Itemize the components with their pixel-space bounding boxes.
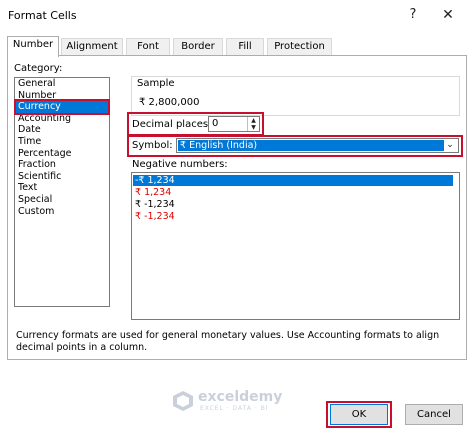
tab-fill[interactable]: Fill: [226, 38, 264, 56]
tab-font[interactable]: Font: [126, 38, 170, 56]
category-item-text[interactable]: Text: [15, 182, 109, 194]
decimal-places-stepper[interactable]: 0 ▲ ▼: [208, 116, 260, 132]
negative-format-item[interactable]: ₹ -1,234: [135, 211, 175, 222]
category-item-accounting[interactable]: Accounting: [15, 113, 109, 125]
tab-strip: Number Alignment Font Border Fill Protec…: [7, 36, 467, 57]
category-item-special[interactable]: Special: [15, 194, 109, 206]
negative-format-item[interactable]: ₹ 1,234: [135, 187, 171, 198]
format-description: Currency formats are used for general mo…: [16, 330, 440, 353]
category-item-percentage[interactable]: Percentage: [15, 148, 109, 160]
category-item-general[interactable]: General: [15, 78, 109, 90]
watermark-name: exceldemy: [198, 389, 283, 405]
category-list[interactable]: General Number Currency Accounting Date …: [14, 77, 110, 307]
category-label: Category:: [14, 63, 63, 74]
chevron-down-icon[interactable]: ⌄: [444, 139, 456, 152]
title-bar: Format Cells ? ✕: [0, 0, 474, 32]
negative-format-item[interactable]: -₹ 1,234: [133, 175, 453, 186]
help-button[interactable]: ?: [402, 3, 424, 27]
category-item-scientific[interactable]: Scientific: [15, 171, 109, 183]
symbol-selected-value[interactable]: ₹ English (India): [178, 140, 444, 151]
sample-value: ₹ 2,800,000: [139, 97, 200, 108]
category-item-time[interactable]: Time: [15, 136, 109, 148]
close-icon[interactable]: ✕: [436, 3, 460, 27]
sample-label: Sample: [137, 78, 175, 89]
category-item-fraction[interactable]: Fraction: [15, 159, 109, 171]
dialog-title: Format Cells: [8, 9, 77, 22]
sample-group: [131, 76, 460, 116]
category-item-date[interactable]: Date: [15, 124, 109, 136]
category-item-number[interactable]: Number: [15, 90, 109, 102]
cancel-button[interactable]: Cancel: [405, 404, 463, 425]
negative-numbers-list[interactable]: -₹ 1,234 ₹ 1,234 ₹ -1,234 ₹ -1,234: [131, 172, 460, 320]
category-item-currency[interactable]: Currency: [15, 101, 109, 113]
spin-down-icon[interactable]: ▼: [247, 124, 259, 131]
tab-protection[interactable]: Protection: [267, 38, 332, 56]
ok-button[interactable]: OK: [330, 404, 388, 425]
watermark-tagline: EXCEL · DATA · BI: [200, 405, 269, 412]
decimal-places-value[interactable]: 0: [212, 118, 218, 129]
tab-number[interactable]: Number: [7, 36, 59, 57]
tab-border[interactable]: Border: [173, 38, 223, 56]
symbol-dropdown[interactable]: ₹ English (India) ⌄: [176, 138, 459, 153]
spin-up-icon[interactable]: ▲: [247, 117, 259, 124]
symbol-label: Symbol:: [132, 140, 173, 151]
category-item-custom[interactable]: Custom: [15, 206, 109, 218]
negative-format-item[interactable]: ₹ -1,234: [135, 199, 175, 210]
negative-numbers-label: Negative numbers:: [132, 159, 228, 170]
tab-alignment[interactable]: Alignment: [61, 38, 123, 56]
exceldemy-logo-icon: [173, 391, 193, 411]
exceldemy-watermark: exceldemy EXCEL · DATA · BI: [170, 388, 310, 414]
decimal-places-label: Decimal places:: [132, 119, 212, 130]
